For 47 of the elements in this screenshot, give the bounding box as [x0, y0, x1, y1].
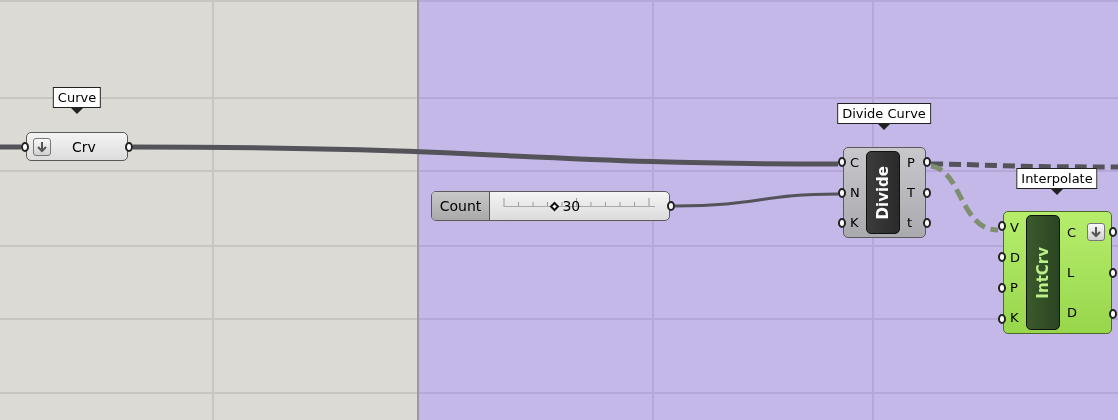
output-port[interactable]: [1109, 267, 1117, 278]
port-label: P: [1010, 280, 1018, 296]
component-node[interactable]: V D P K IntCrv C L D: [1003, 211, 1112, 334]
input-port[interactable]: [838, 157, 846, 168]
slider-label: Count: [432, 192, 490, 220]
parameter-node[interactable]: Crv: [26, 132, 128, 161]
tooltip: Curve: [52, 87, 102, 108]
input-port[interactable]: [21, 141, 29, 152]
input-port[interactable]: [998, 282, 1006, 293]
component-nickname: IntCrv: [1034, 246, 1052, 299]
output-port[interactable]: [923, 187, 931, 198]
port-label: C: [1067, 224, 1077, 240]
slider-track[interactable]: 30: [498, 192, 661, 220]
output-port[interactable]: [1109, 226, 1117, 237]
output-port[interactable]: [1109, 308, 1117, 319]
input-port[interactable]: [998, 221, 1006, 232]
number-slider[interactable]: Count 30: [431, 191, 670, 221]
input-port[interactable]: [838, 187, 846, 198]
output-port[interactable]: [923, 217, 931, 228]
port-label: C: [850, 155, 860, 171]
port-label: T: [907, 185, 915, 200]
port-label: V: [1010, 219, 1019, 235]
wire: [0, 144, 21, 150]
tooltip-pointer: [71, 108, 83, 114]
slider-thumb[interactable]: [549, 201, 560, 212]
port-label: P: [907, 155, 915, 171]
port-label: t: [907, 214, 913, 230]
tooltip: Interpolate: [1016, 168, 1098, 189]
slider-value: 30: [562, 198, 581, 214]
tooltip: Divide Curve: [837, 103, 931, 124]
port-label: N: [850, 185, 860, 200]
input-port[interactable]: [838, 217, 846, 228]
tooltip-pointer: [878, 124, 890, 130]
output-port[interactable]: [923, 157, 931, 168]
component-node[interactable]: C N K Divide P T t: [843, 147, 926, 238]
tooltip-pointer: [1051, 189, 1063, 195]
port-label: L: [1067, 265, 1075, 280]
port-label: D: [1067, 305, 1077, 321]
port-label: D: [1010, 249, 1020, 265]
node-label: Crv: [71, 138, 97, 155]
component-nickname: Divide: [874, 165, 892, 220]
output-port[interactable]: [125, 141, 133, 152]
input-port[interactable]: [998, 313, 1006, 324]
port-label: K: [850, 214, 859, 230]
output-port[interactable]: [667, 201, 675, 211]
port-label: K: [1010, 310, 1019, 326]
input-port[interactable]: [998, 252, 1006, 263]
